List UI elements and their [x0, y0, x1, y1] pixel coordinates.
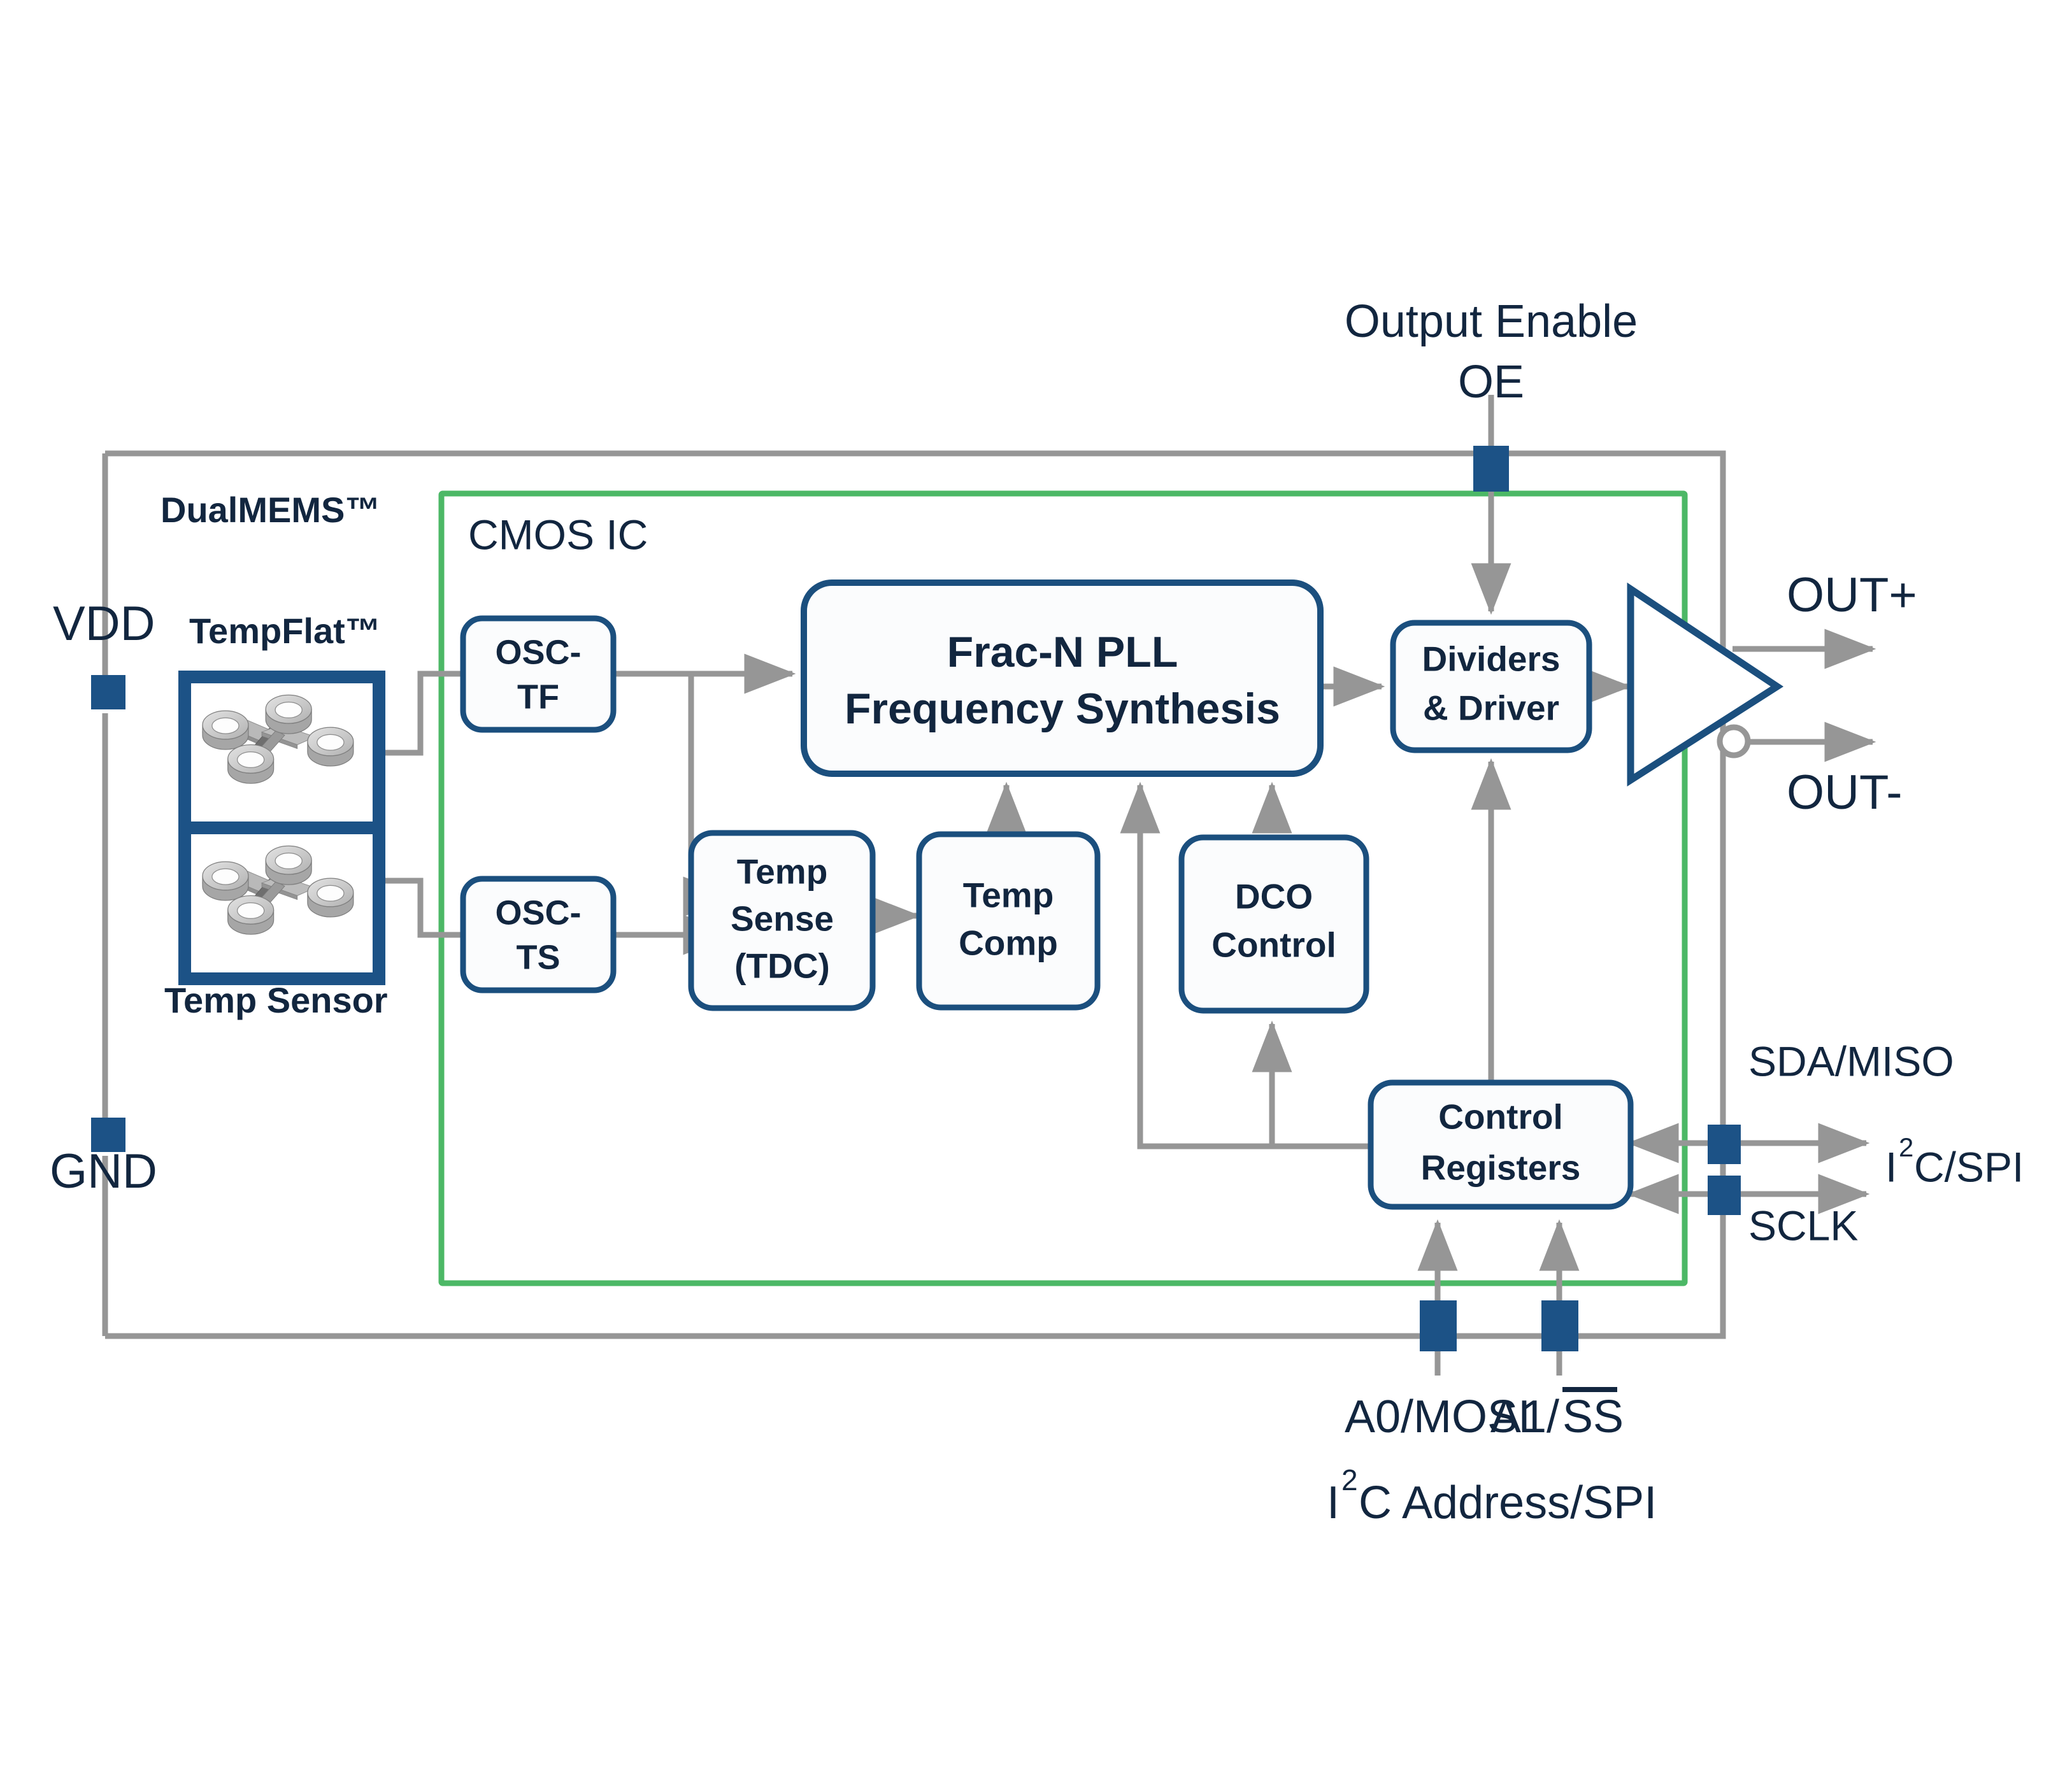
pad-oe[interactable] [1473, 446, 1509, 492]
wire-tempsensor-to-osc-ts [379, 878, 463, 938]
block-dco-control[interactable]: DCO Control [1178, 834, 1369, 1014]
block-temp-sense[interactable]: Temp Sense (TDC) [688, 830, 876, 1011]
block-temp-comp-line-1: Temp [963, 876, 1054, 915]
i2c-spi-prefix: I [1885, 1143, 1897, 1190]
pin-label-i2c-address-spi: I 2 C Address/SPI [1327, 1463, 1657, 1528]
block-osc-ts-line-2: TS [516, 938, 560, 976]
block-dividers-driver-line-2: & Driver [1423, 688, 1559, 728]
pad-vdd[interactable] [91, 675, 125, 709]
pad-a1-ss[interactable] [1541, 1300, 1578, 1351]
cmos-ic-label: CMOS IC [468, 511, 648, 558]
block-temp-sense-line-3: (TDC) [734, 946, 830, 986]
dualmems-sensor-group [178, 671, 385, 985]
block-dividers-driver-line-1: Dividers [1422, 639, 1560, 679]
pad-sda-miso[interactable] [1708, 1125, 1741, 1164]
block-frac-n-pll-line-1: Frac-N PLL [947, 628, 1178, 676]
mems-oscillator-block-diagram: OSC- TF OSC- TS Temp Sense (TDC) Temp Co… [50, 296, 2024, 1528]
block-osc-tf-line-2: TF [517, 678, 559, 716]
a1-ss-prefix: A1/ [1490, 1391, 1559, 1442]
i2c-address-suffix: C Address/SPI [1359, 1477, 1657, 1528]
block-control-registers[interactable]: Control Registers [1368, 1079, 1634, 1210]
i2c-spi-suffix: C/SPI [1914, 1143, 2024, 1190]
pin-label-sda-miso: SDA/MISO [1748, 1037, 1954, 1085]
block-temp-comp[interactable]: Temp Comp [916, 831, 1101, 1011]
block-diagram-canvas: OSC- TF OSC- TS Temp Sense (TDC) Temp Co… [0, 0, 2072, 1778]
pin-label-out-minus: OUT- [1787, 765, 1903, 820]
block-dco-control-line-1: DCO [1235, 877, 1313, 916]
block-dividers-driver[interactable]: Dividers & Driver [1390, 620, 1592, 753]
i2c-address-prefix: I [1327, 1477, 1340, 1528]
block-frac-n-pll-line-2: Frequency Synthesis [845, 685, 1280, 733]
block-temp-sense-line-1: Temp [737, 852, 828, 892]
wire-ctrlreg-to-dco [1252, 1020, 1371, 1149]
pin-label-gnd: GND [50, 1144, 157, 1198]
block-frac-n-pll[interactable]: Frac-N PLL Frequency Synthesis [801, 580, 1324, 777]
i2c-spi-superscript: 2 [1899, 1132, 1913, 1162]
pin-label-i2c-spi: I 2 C/SPI [1885, 1132, 2024, 1190]
block-osc-tf-line-1: OSC- [496, 633, 582, 671]
output-buffer-triangle-icon [1627, 582, 1784, 787]
block-osc-ts[interactable]: OSC- TS [460, 876, 617, 993]
pin-label-out-plus: OUT+ [1787, 568, 1917, 622]
block-dco-control-line-2: Control [1211, 925, 1336, 965]
a1-ss-bar-text: SS [1562, 1391, 1624, 1442]
pin-label-sclk: SCLK [1748, 1202, 1858, 1249]
pad-sclk[interactable] [1708, 1176, 1741, 1215]
pin-label-vdd: VDD [53, 597, 155, 651]
i2c-address-superscript: 2 [1341, 1463, 1358, 1497]
pin-label-a1-ss: A1/ SS [1490, 1387, 1624, 1442]
block-control-registers-line-1: Control [1438, 1097, 1563, 1137]
block-control-registers-line-2: Registers [1421, 1148, 1581, 1188]
pin-label-output-enable: Output Enable [1345, 296, 1638, 347]
block-temp-comp-line-2: Comp [959, 923, 1058, 963]
block-osc-tf[interactable]: OSC- TF [460, 615, 617, 733]
package-label-dualmems: DualMEMS™ [161, 490, 380, 530]
a1-ss-overline [1562, 1387, 1617, 1392]
inverting-bubble-icon [1717, 724, 1751, 758]
pad-a0-mosi[interactable] [1420, 1300, 1457, 1351]
block-temp-sense-line-2: Sense [731, 899, 834, 939]
wire-tempflat-to-osc-tf [379, 671, 463, 756]
pin-label-oe: OE [1458, 357, 1524, 408]
temp-sensor-label: Temp Sensor [164, 980, 388, 1020]
tempflat-label: TempFlat™ [189, 611, 381, 651]
block-osc-ts-line-1: OSC- [496, 893, 582, 932]
